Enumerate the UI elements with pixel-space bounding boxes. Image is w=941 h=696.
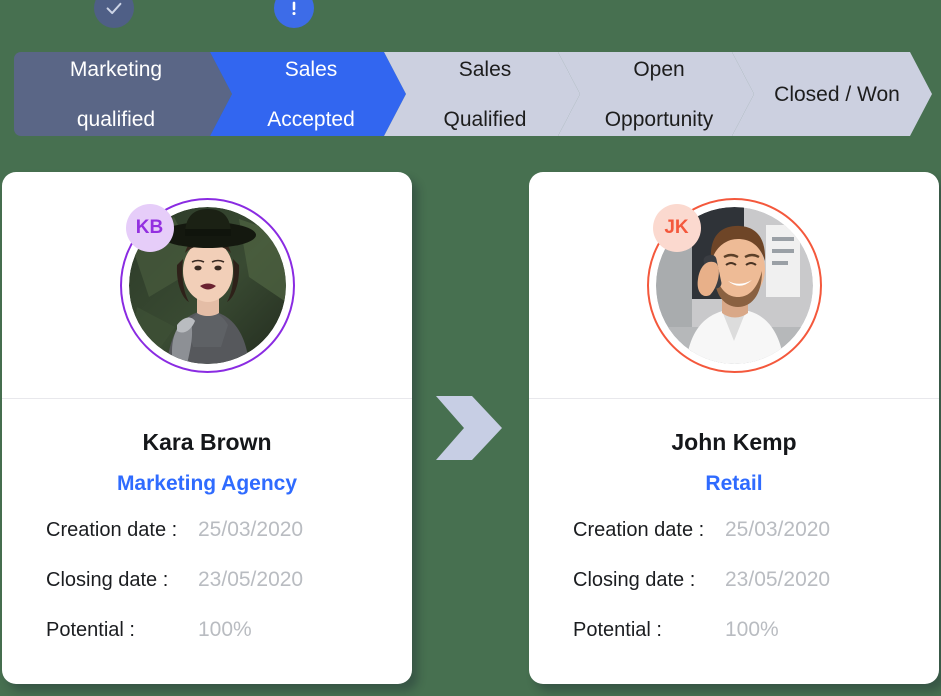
avatar[interactable]: KB — [119, 197, 295, 373]
detail-value: 100% — [198, 618, 252, 641]
card-avatar-area: JK — [529, 172, 939, 398]
detail-label: Closing date : — [46, 569, 169, 591]
detail-label: Creation date : — [46, 519, 178, 541]
detail-row: Potential : 100% — [46, 618, 368, 668]
stage-line-2: Opportunity — [604, 107, 714, 131]
detail-value: 25/03/2020 — [198, 518, 304, 541]
person-name: Kara Brown — [142, 429, 272, 455]
pipeline-stage-label: Marketing qualified — [58, 57, 174, 132]
stage-line-1: Marketing — [69, 57, 163, 81]
detail-label: Creation date : — [573, 519, 705, 541]
flow-arrow-icon — [432, 392, 506, 464]
detail-row: Creation date : 25/03/2020 — [573, 518, 895, 568]
detail-value: 25/03/2020 — [725, 518, 831, 541]
card-body: Kara Brown Marketing Agency Creation dat… — [2, 429, 412, 668]
detail-value: 100% — [725, 618, 779, 641]
stage-line-2: Accepted — [267, 107, 355, 131]
detail-value: 23/05/2020 — [725, 568, 831, 591]
detail-label: Potential : — [46, 619, 135, 641]
card-divider — [2, 398, 412, 399]
card-divider — [529, 398, 939, 399]
card-body: John Kemp Retail Creation date : 25/03/2… — [529, 429, 939, 668]
avatar[interactable]: JK — [646, 197, 822, 373]
detail-row: Potential : 100% — [573, 618, 895, 668]
detail-list: Creation date : 25/03/2020 Closing date … — [46, 518, 368, 668]
stage-line-2: Qualified — [443, 107, 527, 131]
detail-label: Potential : — [573, 619, 662, 641]
detail-row: Closing date : 23/05/2020 — [573, 568, 895, 618]
contact-card[interactable]: JK John Kemp Retail Creation date : 25/0… — [529, 172, 939, 684]
alert-icon[interactable] — [274, 0, 314, 28]
pipeline-stage-label: Open Opportunity — [593, 57, 726, 132]
card-avatar-area: KB — [2, 172, 412, 398]
status-icon-row — [0, 0, 941, 34]
person-company-link[interactable]: Retail — [573, 472, 895, 496]
pipeline-stage-label: Sales Accepted — [255, 57, 367, 132]
detail-label: Closing date : — [573, 569, 696, 591]
detail-row: Creation date : 25/03/2020 — [46, 518, 368, 568]
pipeline-stage-sales-qualified[interactable]: Sales Qualified — [384, 52, 580, 136]
pipeline-stage-sales-accepted[interactable]: Sales Accepted — [210, 52, 406, 136]
detail-value: 23/05/2020 — [198, 568, 304, 591]
pipeline-stage-closed-won[interactable]: Closed / Won — [732, 52, 932, 136]
pipeline-stage-open-opportunity[interactable]: Open Opportunity — [558, 52, 754, 136]
check-icon[interactable] — [94, 0, 134, 28]
pipeline-stage-label: Sales Qualified — [432, 57, 539, 132]
pipeline-stage-marketing-qualified[interactable]: Marketing qualified — [14, 52, 232, 136]
stage-line-1: Sales — [284, 57, 338, 81]
detail-list: Creation date : 25/03/2020 Closing date … — [573, 518, 895, 668]
stage-line-2: qualified — [76, 107, 156, 131]
avatar-initials-badge: JK — [652, 203, 701, 252]
avatar-initials-badge: KB — [125, 203, 174, 252]
contact-card[interactable]: KB Kara Brown Marketing Agency Creation … — [2, 172, 412, 684]
stage-line-1: Sales — [458, 57, 512, 81]
person-company-link[interactable]: Marketing Agency — [46, 472, 368, 496]
sales-pipeline-stages: Marketing qualified Sales Accepted Sales Qu… — [14, 52, 932, 136]
pipeline-stage-label: Closed / Won — [774, 82, 900, 106]
person-name: John Kemp — [671, 429, 797, 455]
detail-row: Closing date : 23/05/2020 — [46, 568, 368, 618]
stage-line-1: Open — [633, 57, 685, 81]
